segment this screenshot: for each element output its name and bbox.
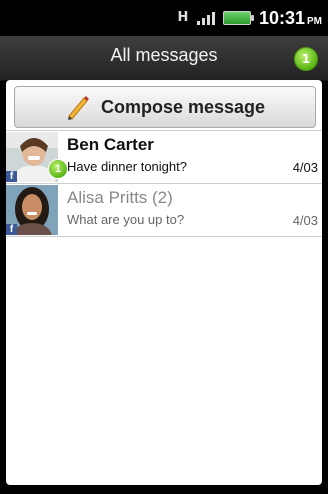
network-type-indicator: H [177, 10, 189, 25]
facebook-icon: f [6, 171, 17, 182]
clock-ampm: PM [307, 15, 322, 27]
status-icons: H 10:31 PM [177, 6, 323, 30]
message-snippet: What are you up to? [67, 212, 185, 227]
compose-message-label: Compose message [100, 96, 266, 117]
contact-name: Ben Carter [67, 135, 154, 154]
messages-panel: Compose message f 1 Ben Carter Have dinn… [6, 80, 322, 485]
compose-message-button[interactable]: Compose message [14, 86, 316, 128]
message-date: 4/03 [292, 213, 318, 228]
clock-time: 10:31 [258, 7, 305, 28]
unread-badge: 1 [48, 159, 68, 179]
message-thread-list: f 1 Ben Carter Have dinner tonight? 4/03… [6, 130, 322, 237]
battery-icon [222, 11, 254, 25]
status-clock: 10:31 PM [259, 8, 322, 29]
thread-item[interactable]: f Alisa Pritts (2) What are you up to? 4… [6, 184, 322, 237]
signal-strength-icon [196, 11, 215, 25]
page-title: All messages [110, 45, 218, 65]
status-bar: H 10:31 PM [0, 0, 328, 36]
unread-count-badge: 1 [294, 47, 318, 71]
avatar: f [6, 185, 58, 235]
thread-item[interactable]: f 1 Ben Carter Have dinner tonight? 4/03 [6, 130, 322, 184]
message-snippet: Have dinner tonight? [67, 159, 187, 174]
message-date: 4/03 [292, 160, 318, 175]
contact-name: Alisa Pritts (2) [67, 188, 173, 207]
app-title-bar: All messages 1 [0, 36, 328, 81]
pencil-icon [67, 96, 89, 120]
facebook-icon: f [6, 224, 17, 235]
